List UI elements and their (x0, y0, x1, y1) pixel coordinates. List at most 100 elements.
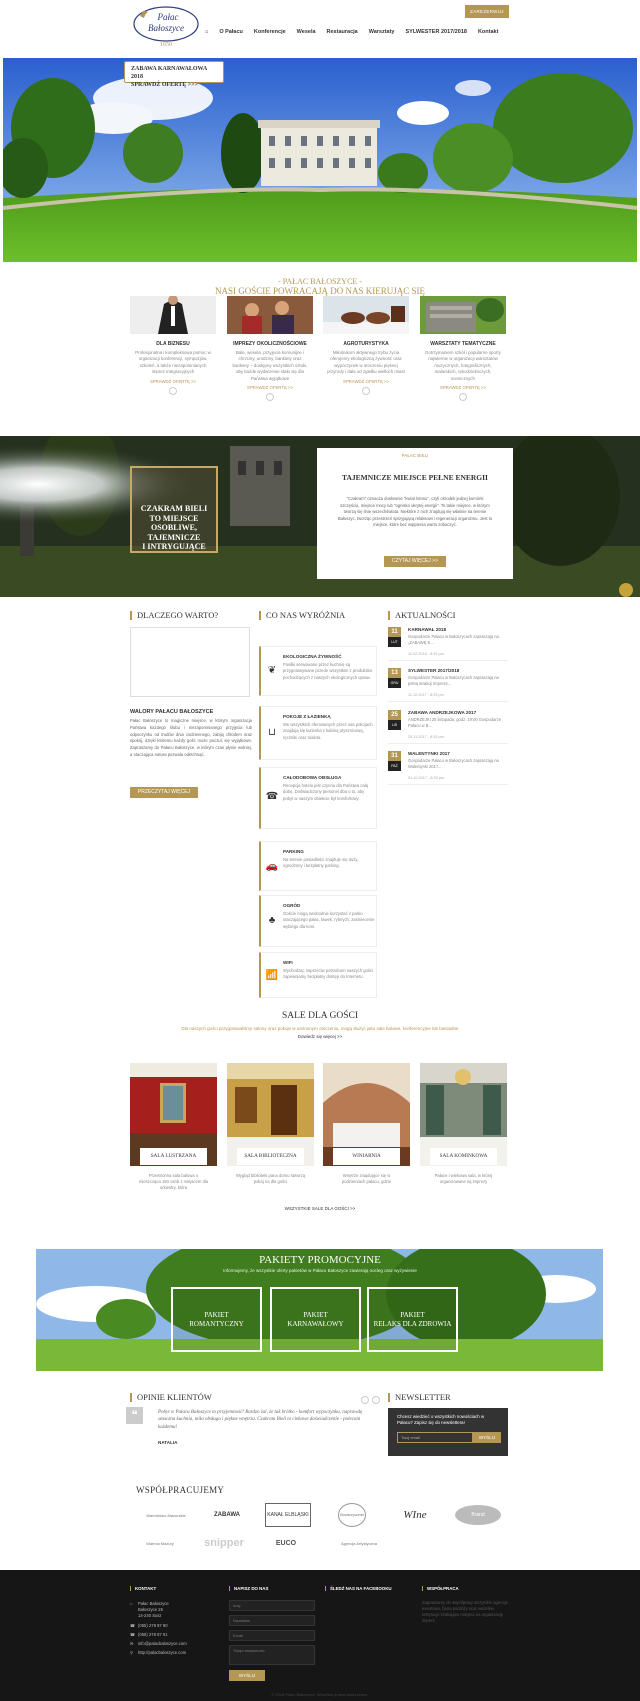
partner-logo[interactable]: WIne (390, 1503, 440, 1527)
main-nav: ⌂ O Pałacu Konferencje Wesela Restauracj… (205, 29, 498, 35)
room-card[interactable]: WINIARNIA Wnętrze znajdujące się w podzi… (323, 1063, 410, 1197)
partner-logo[interactable]: Stowarzyszenie (338, 1503, 366, 1527)
news-title[interactable]: SYLWESTER 2017/2018 (408, 668, 459, 673)
partner-logo[interactable]: Brand (455, 1505, 501, 1525)
read-more-button[interactable]: CZYTAJ WIĘCEJ >> (384, 556, 446, 567)
footer-message-textarea[interactable]: Twoja wiadomość (229, 1645, 315, 1665)
news-item[interactable]: 25 LIS ZABAWA ANDRZEJKOWA 2017 ANDRZEJKI … (388, 710, 508, 744)
hero-promo-box[interactable]: ZABAWA KARNAWAŁOWA 2018 SPRAWDŹ OFERTĘ >… (124, 61, 224, 88)
partner-logo[interactable]: Agencja Artystyczna (338, 1531, 380, 1555)
rooms-more-link[interactable]: Dowiedz się więcej >> (0, 1034, 640, 1039)
offer-more-link[interactable]: SPRAWDŹ OFERTĘ >> (227, 385, 313, 390)
slider-next-dot[interactable] (372, 1396, 380, 1404)
footer-surname-input[interactable]: Nazwisko (229, 1615, 315, 1626)
room-name: SALA LUSTRZANA (140, 1148, 207, 1165)
contact-email[interactable]: info@palacbaloszyce.com (138, 1641, 187, 1647)
home-icon[interactable]: ⌂ (205, 29, 208, 35)
contact-website[interactable]: http://palacbaloszyce.com (138, 1650, 186, 1656)
intro-subtitle: NASI GOŚCIE POWRACAJĄ DO NAS KIERUJĄC SI… (214, 286, 425, 296)
news-title[interactable]: ZABAWA ANDRZEJKOWA 2017 (408, 710, 476, 715)
newsletter-submit-button[interactable]: WYŚLIJ (473, 1432, 501, 1443)
news-month: LIS (388, 720, 401, 730)
news-title[interactable]: WALENTYNKI 2017 (408, 751, 450, 756)
feature-text: Posiłki serwowane przez kuchnię są przyg… (283, 662, 373, 680)
partner-logo[interactable]: EUCO (262, 1531, 310, 1555)
logo[interactable]: Pałac Bałoszyce 1650 (132, 2, 200, 52)
partner-logo[interactable]: KANAŁ ELBLĄSKI (265, 1503, 311, 1527)
offer-text: Bale, wesela, przyjęcia komunijne i chrz… (232, 350, 308, 381)
nav-item-konferencje[interactable]: Konferencje (254, 29, 286, 35)
offer-more-link[interactable]: SPRAWDŹ OFERTĘ >> (130, 379, 216, 384)
nav-item-wesela[interactable]: Wesela (297, 29, 316, 35)
news-day: 25 (391, 712, 398, 718)
footer-email-input[interactable]: Email (229, 1630, 315, 1641)
czakram-box[interactable]: CZAKRAM BIELI TO MIEJSCE OSOBLIWE, TAJEM… (130, 466, 218, 553)
rooms-subtitle: Dla naszych gości przygotowaliśmy salony… (181, 1026, 459, 1031)
plus-icon[interactable] (169, 386, 177, 395)
partner-logo[interactable]: Warmia Mazury (136, 1531, 184, 1555)
nav-item-sylwester[interactable]: SYLWESTER 2017/2018 (406, 29, 467, 35)
packages-subtitle: Informujemy, że wszystkie oferty pakietó… (223, 1268, 417, 1273)
car-icon: 🚗 (265, 861, 279, 872)
package-line2: RELAKS DLA ZDROWIA (373, 1320, 452, 1328)
package-carnival[interactable]: PAKIET KARNAWAŁOWY (270, 1287, 361, 1352)
contact-phone[interactable]: (055) 278 87 90 (138, 1623, 168, 1629)
why-read-more-button[interactable]: PRZECZYTAJ WIĘCEJ (130, 787, 198, 798)
slider-prev-dot[interactable] (361, 1396, 369, 1404)
room-image: WINIARNIA (323, 1063, 410, 1166)
newsletter-email-input[interactable]: Twój email (397, 1432, 473, 1443)
nav-item-o-palacu[interactable]: O Pałacu (219, 29, 243, 35)
room-card[interactable]: SALA BIBLIOTECZNA Wygląd biblioteki pana… (227, 1063, 314, 1197)
offer-image-events (227, 296, 313, 334)
nav-item-restauracja[interactable]: Restauracja (327, 29, 358, 35)
footer-send-button[interactable]: WYŚLIJ (229, 1670, 265, 1681)
offer-title: IMPREZY OKOLICZNOŚCIOWE (233, 341, 307, 347)
news-item[interactable]: 31 PAŹ WALENTYNKI 2017 Gospodarze Pałacu … (388, 751, 508, 785)
video-placeholder[interactable] (130, 627, 250, 697)
quote-icon: ❝ (126, 1407, 143, 1424)
news-text: Gospodarze Pałacu w Bałoszycach zaprasza… (408, 675, 499, 686)
room-text: Pałace i wiekowa sala, w której organizo… (434, 1173, 493, 1185)
feature-title: PARKING (283, 849, 304, 854)
reserve-button[interactable]: ZAREZERWUJ (465, 5, 509, 18)
news-meta: 31.10.2017 - 8:33 pm (408, 776, 445, 780)
czakram-line: OSOBLIWE, (150, 523, 197, 532)
room-card[interactable]: SALA LUSTRZANA Przestronna sala balowa o… (130, 1063, 217, 1197)
plus-icon[interactable] (266, 393, 274, 402)
plus-icon[interactable] (459, 393, 467, 402)
news-item[interactable]: 11 LUT KARNAWAŁ 2018 Gospodarze Pałacu w … (388, 627, 508, 661)
nav-item-kontakt[interactable]: Kontakt (478, 29, 498, 35)
contact-phone[interactable]: (055) 278 87 91 (138, 1632, 168, 1638)
nav-item-warsztaty[interactable]: Warsztaty (369, 29, 395, 35)
partner-logo[interactable]: snipper (200, 1531, 248, 1555)
opinions-heading: OPINIE KLIENTÓW (130, 1393, 212, 1402)
news-month: LUT (388, 637, 401, 647)
package-line1: PAKIET (303, 1311, 328, 1319)
footer-contact-heading: KONTAKT (130, 1586, 156, 1591)
partner-logo[interactable]: Warmińsko-Mazurskie (136, 1503, 196, 1527)
footer-name-input[interactable]: Imię (229, 1600, 315, 1611)
plus-icon[interactable] (362, 386, 370, 395)
offer-title: DLA BIZNESU (156, 341, 190, 347)
news-meta: 25.11.2017 - 8:33 pm (408, 735, 444, 739)
room-text: Przestronna sala balowa o mieszcząca 150… (138, 1173, 209, 1191)
package-romantic[interactable]: PAKIET ROMANTYCZNY (171, 1287, 262, 1352)
package-relax[interactable]: PAKIET RELAKS DLA ZDROWIA (367, 1287, 458, 1352)
news-day: 13 (391, 670, 398, 676)
news-title[interactable]: KARNAWAŁ 2018 (408, 627, 446, 632)
why-text: Pałac Bałoszyce to magiczne miejsce, w k… (130, 718, 252, 757)
hero-promo-link[interactable]: SPRAWDŹ OFERTĘ >>> (131, 81, 217, 89)
partner-logo[interactable]: ZABAWA (205, 1503, 249, 1527)
news-item[interactable]: 13 GRU SYLWESTER 2017/2018 Gospodarze Pał… (388, 668, 508, 702)
offer-more-link[interactable]: SPRAWDŹ OFERTĘ >> (323, 379, 409, 384)
offer-title: AGROTURYSTYKA (343, 341, 389, 347)
package-line2: ROMANTYCZNY (189, 1320, 244, 1328)
intro-title: - PAŁAC BAŁOSZYCE - (278, 277, 362, 286)
room-card[interactable]: SALA KOMINKOWA Pałace i wiekowa sala, w … (420, 1063, 507, 1197)
feature-card: ❦ EKOLOGICZNA ŻYWNOŚĆ Posiłki serwowane … (259, 646, 377, 696)
news-meta: 11.12.2017 - 8:33 pm (408, 693, 444, 697)
offer-more-link[interactable]: SPRAWDŹ OFERTĘ >> (420, 385, 506, 390)
hero-image (3, 58, 637, 262)
all-rooms-link[interactable]: WSZYSTKIE SALE DLA GOŚCI >> (0, 1206, 640, 1211)
why-heading: DLACZEGO WARTO? (130, 611, 218, 620)
